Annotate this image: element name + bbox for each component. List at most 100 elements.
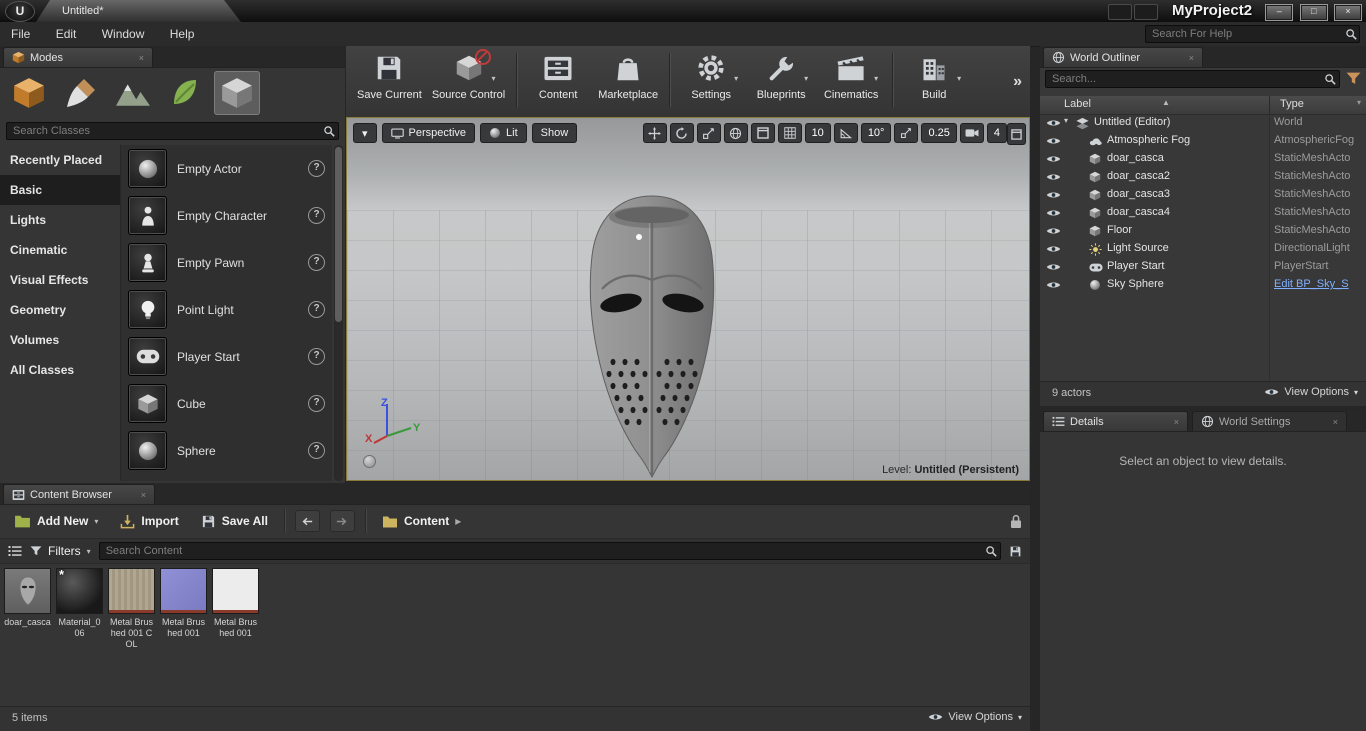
asset-metal-brushed-normal[interactable]: Metal Brushed 001 — [160, 568, 207, 650]
mode-geometry-button[interactable] — [214, 70, 260, 115]
table-row[interactable]: Atmospheric Fog AtmosphericFog — [1040, 132, 1366, 150]
visibility-eye-icon[interactable] — [1046, 244, 1061, 254]
type-column-header[interactable]: Type — [1280, 98, 1304, 110]
table-row[interactable]: doar_casca StaticMeshActo — [1040, 150, 1366, 168]
close-icon[interactable]: × — [1333, 417, 1338, 427]
mode-landscape-button[interactable] — [110, 71, 156, 115]
mode-paint-button[interactable] — [58, 71, 104, 115]
titlebar-shortcut-icon[interactable] — [1108, 4, 1132, 20]
world-outliner-tab[interactable]: World Outliner × — [1043, 47, 1203, 67]
scrollbar-thumb[interactable] — [335, 147, 342, 322]
list-item[interactable]: Point Light ? — [121, 286, 332, 333]
menu-help[interactable]: Help — [159, 22, 206, 41]
source-control-button[interactable]: ▾ Source Control — [427, 49, 510, 102]
minimize-button[interactable]: – — [1265, 4, 1294, 21]
label-column-header[interactable]: Label — [1064, 98, 1091, 110]
table-row[interactable]: Floor StaticMeshActo — [1040, 222, 1366, 240]
translate-tool-button[interactable] — [642, 123, 667, 143]
column-divider[interactable] — [1269, 96, 1270, 114]
scale-snap-value[interactable]: 0.25 — [921, 123, 957, 143]
table-row[interactable]: doar_casca3 StaticMeshActo — [1040, 186, 1366, 204]
asset-metal-brushed-col[interactable]: Metal Brushed 001 COL — [108, 568, 155, 650]
surface-snap-button[interactable] — [750, 123, 775, 143]
save-search-icon[interactable] — [1009, 545, 1022, 558]
visibility-eye-icon[interactable] — [1046, 208, 1061, 218]
modes-tab[interactable]: Modes × — [3, 47, 153, 67]
tab-world-settings[interactable]: World Settings × — [1192, 411, 1347, 431]
sort-asc-icon[interactable]: ▲ — [1162, 98, 1170, 107]
table-row[interactable]: doar_casca2 StaticMeshActo — [1040, 168, 1366, 186]
perspective-button[interactable]: Perspective — [381, 123, 476, 143]
view-options-button[interactable]: View Options ▾ — [1264, 386, 1358, 398]
visibility-eye-icon[interactable] — [1046, 280, 1061, 290]
visibility-eye-icon[interactable] — [1046, 190, 1061, 200]
category-all-classes[interactable]: All Classes — [0, 355, 120, 385]
view-options-button[interactable]: View Options ▾ — [928, 711, 1022, 723]
category-recently-placed[interactable]: Recently Placed — [0, 145, 120, 175]
camera-speed-value[interactable]: 4 — [986, 123, 1007, 143]
edit-blueprint-link[interactable]: Edit BP_Sky_S — [1274, 278, 1364, 290]
close-icon[interactable]: × — [141, 490, 146, 500]
category-geometry[interactable]: Geometry — [0, 295, 120, 325]
column-options-icon[interactable]: ▾ — [1357, 98, 1361, 107]
viewport[interactable]: ▾ Perspective Lit Show 10 10° 0.25 4 Z Y… — [346, 117, 1030, 481]
content-browser-tab[interactable]: Content Browser × — [3, 484, 155, 504]
save-current-button[interactable]: Save Current — [352, 51, 427, 102]
cinematics-button[interactable]: ▾ Cinematics — [816, 51, 886, 102]
list-item[interactable]: Cube ? — [121, 380, 332, 427]
category-lights[interactable]: Lights — [0, 205, 120, 235]
table-row[interactable]: Player Start PlayerStart — [1040, 258, 1366, 276]
expand-arrow-icon[interactable]: ▾ — [1064, 116, 1068, 125]
marketplace-button[interactable]: Marketplace — [593, 51, 663, 102]
category-volumes[interactable]: Volumes — [0, 325, 120, 355]
visibility-eye-icon[interactable] — [1046, 118, 1061, 128]
rotate-tool-button[interactable] — [669, 123, 694, 143]
add-new-button[interactable]: Add New ▾ — [8, 511, 104, 531]
visibility-eye-icon[interactable] — [1046, 262, 1061, 272]
list-item[interactable]: Sphere ? — [121, 427, 332, 474]
list-item[interactable]: Empty Actor ? — [121, 145, 332, 192]
close-icon[interactable]: × — [1174, 417, 1179, 427]
import-button[interactable]: Import — [114, 511, 184, 532]
mode-place-button[interactable] — [6, 71, 52, 115]
asset-doar-casca[interactable]: doar_casca — [4, 568, 51, 650]
maximize-button[interactable]: □ — [1299, 4, 1328, 21]
save-all-button[interactable]: Save All — [195, 511, 274, 532]
grid-snap-value[interactable]: 10 — [804, 123, 831, 143]
mode-foliage-button[interactable] — [162, 71, 208, 115]
settings-button[interactable]: ▾ Settings — [676, 51, 746, 102]
help-search-input[interactable] — [1145, 25, 1360, 43]
build-button[interactable]: ▾ Build — [899, 51, 969, 102]
camera-speed-button[interactable] — [959, 123, 984, 143]
visibility-eye-icon[interactable] — [1046, 136, 1061, 146]
filters-button[interactable]: Filters ▾ — [30, 544, 91, 558]
maximize-viewport-button[interactable] — [1007, 123, 1026, 145]
table-row[interactable]: Light Source DirectionalLight — [1040, 240, 1366, 258]
list-item[interactable]: Player Start ? — [121, 333, 332, 380]
visibility-eye-icon[interactable] — [1046, 226, 1061, 236]
outliner-filter-icon[interactable] — [1346, 72, 1361, 85]
category-basic[interactable]: Basic — [0, 175, 120, 205]
tab-details[interactable]: Details × — [1043, 411, 1188, 431]
table-row[interactable]: Sky Sphere Edit BP_Sky_S — [1040, 276, 1366, 294]
scale-tool-button[interactable] — [696, 123, 721, 143]
helmet-mesh[interactable] — [557, 190, 747, 482]
category-visual-effects[interactable]: Visual Effects — [0, 265, 120, 295]
menu-file[interactable]: File — [0, 22, 41, 41]
back-button[interactable] — [294, 510, 320, 532]
show-flags-button[interactable]: Show — [531, 123, 578, 143]
breadcrumb[interactable]: Content ▸ — [376, 511, 467, 531]
table-row[interactable]: ▾ Untitled (Editor) World — [1040, 114, 1366, 132]
scale-snap-toggle[interactable] — [894, 123, 919, 143]
category-cinematic[interactable]: Cinematic — [0, 235, 120, 265]
menu-window[interactable]: Window — [91, 22, 156, 41]
forward-button[interactable] — [329, 510, 355, 532]
menu-edit[interactable]: Edit — [45, 22, 88, 41]
outliner-search-input[interactable] — [1045, 70, 1340, 88]
asset-metal-brushed-white[interactable]: Metal Brushed 001 — [212, 568, 259, 650]
world-local-toggle[interactable] — [723, 123, 748, 143]
search-classes-input[interactable] — [6, 122, 339, 140]
level-tab[interactable]: Untitled* — [36, 0, 241, 22]
table-row[interactable]: doar_casca4 StaticMeshActo — [1040, 204, 1366, 222]
asset-material-006[interactable]: * Material_006 — [56, 567, 103, 650]
